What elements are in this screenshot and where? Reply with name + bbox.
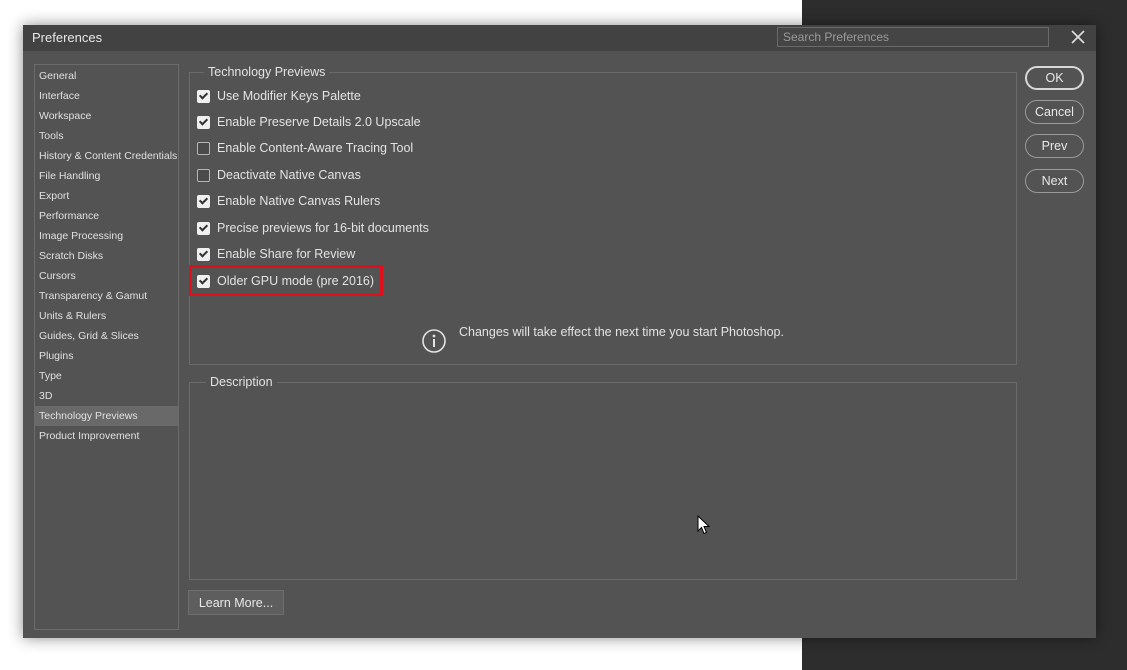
learn-more-button[interactable]: Learn More... xyxy=(188,590,284,615)
sidebar-item-file-handling[interactable]: File Handling xyxy=(35,166,178,186)
sidebar-item-interface[interactable]: Interface xyxy=(35,86,178,106)
option-modifier-keys[interactable]: Use Modifier Keys Palette xyxy=(197,87,361,105)
option-label: Use Modifier Keys Palette xyxy=(217,89,361,103)
sidebar-item-image-processing[interactable]: Image Processing xyxy=(35,226,178,246)
description-group: Description xyxy=(189,375,1017,580)
sidebar-item-cursors[interactable]: Cursors xyxy=(35,266,178,286)
sidebar-item-units-rulers[interactable]: Units & Rulers xyxy=(35,306,178,326)
option-label: Deactivate Native Canvas xyxy=(217,168,361,182)
cancel-button[interactable]: Cancel xyxy=(1025,100,1084,124)
option-native-canvas-rulers[interactable]: Enable Native Canvas Rulers xyxy=(197,192,380,210)
close-icon xyxy=(1071,30,1085,44)
sidebar-item-guides[interactable]: Guides, Grid & Slices xyxy=(35,326,178,346)
preferences-dialog: Preferences General Interface Workspace … xyxy=(23,25,1096,638)
checkbox-preserve-details[interactable] xyxy=(197,115,210,129)
prev-button[interactable]: Prev xyxy=(1025,134,1084,158)
option-label: Precise previews for 16-bit documents xyxy=(217,221,429,235)
sidebar-item-3d[interactable]: 3D xyxy=(35,386,178,406)
technology-previews-heading: Technology Previews xyxy=(204,65,330,79)
checkbox-modifier-keys[interactable] xyxy=(197,89,210,103)
sidebar-item-general[interactable]: General xyxy=(35,66,178,86)
sidebar-item-technology-previews[interactable]: Technology Previews xyxy=(35,406,178,426)
option-content-aware-tracing[interactable]: Enable Content-Aware Tracing Tool xyxy=(197,139,413,157)
dialog-title: Preferences xyxy=(32,30,103,45)
option-deactivate-native-canvas[interactable]: Deactivate Native Canvas xyxy=(197,166,361,184)
sidebar-item-plugins[interactable]: Plugins xyxy=(35,346,178,366)
description-heading: Description xyxy=(206,375,277,389)
sidebar-item-type[interactable]: Type xyxy=(35,366,178,386)
option-label: Enable Preserve Details 2.0 Upscale xyxy=(217,115,421,129)
close-button[interactable] xyxy=(1066,28,1090,48)
option-precise-previews[interactable]: Precise previews for 16-bit documents xyxy=(197,219,429,237)
sidebar-item-product-improvement[interactable]: Product Improvement xyxy=(35,426,178,446)
next-button[interactable]: Next xyxy=(1025,169,1084,193)
checkbox-content-aware-tracing[interactable] xyxy=(197,141,210,155)
option-label: Enable Native Canvas Rulers xyxy=(217,194,381,208)
option-label: Enable Share for Review xyxy=(217,247,356,261)
search-preferences-input[interactable] xyxy=(777,27,1049,47)
sidebar-item-transparency[interactable]: Transparency & Gamut xyxy=(35,286,178,306)
ok-button[interactable]: OK xyxy=(1025,66,1084,90)
sidebar-item-performance[interactable]: Performance xyxy=(35,206,178,226)
sidebar-item-workspace[interactable]: Workspace xyxy=(35,106,178,126)
mouse-pointer-icon xyxy=(697,515,711,535)
checkbox-deactivate-native-canvas[interactable] xyxy=(197,168,210,182)
sidebar-item-tools[interactable]: Tools xyxy=(35,126,178,146)
option-label: Enable Content-Aware Tracing Tool xyxy=(217,141,414,155)
checkbox-precise-previews[interactable] xyxy=(197,221,210,235)
checkbox-share-for-review[interactable] xyxy=(197,247,210,261)
sidebar-item-export[interactable]: Export xyxy=(35,186,178,206)
option-preserve-details[interactable]: Enable Preserve Details 2.0 Upscale xyxy=(197,113,421,131)
checkbox-native-canvas-rulers[interactable] xyxy=(197,194,210,208)
info-icon xyxy=(422,329,446,353)
restart-notice: Changes will take effect the next time y… xyxy=(459,325,784,339)
technology-previews-group: Technology Previews Use Modifier Keys Pa… xyxy=(189,65,1017,365)
sidebar-item-history[interactable]: History & Content Credentials xyxy=(35,146,178,166)
option-share-for-review[interactable]: Enable Share for Review xyxy=(197,245,355,263)
preferences-sidebar: General Interface Workspace Tools Histor… xyxy=(34,64,179,630)
highlight-box xyxy=(189,265,383,296)
sidebar-item-scratch-disks[interactable]: Scratch Disks xyxy=(35,246,178,266)
title-bar: Preferences xyxy=(23,25,1096,51)
